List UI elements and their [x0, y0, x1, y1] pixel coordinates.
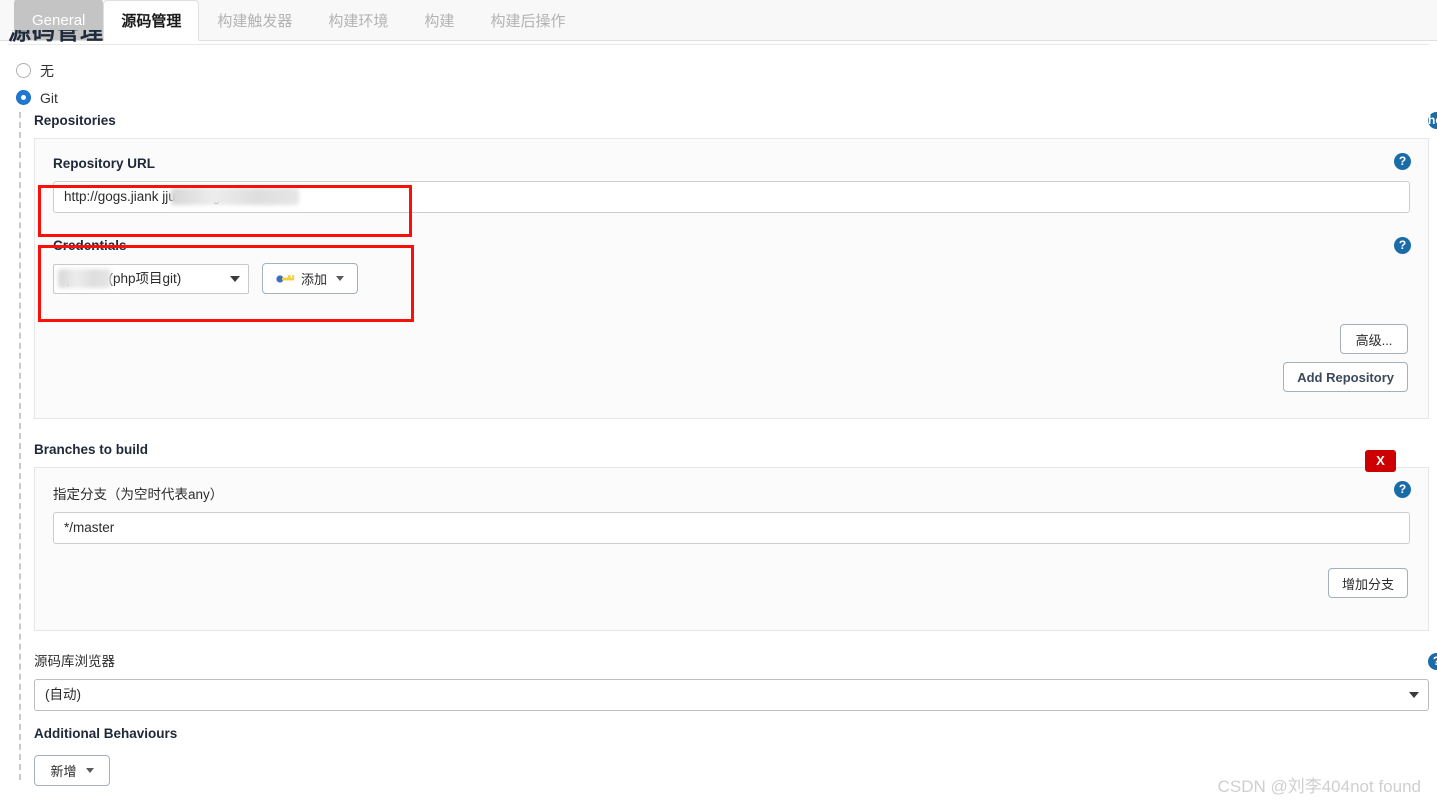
jenkins-job-config-page: General 源码管理 构建触发器 构建环境 构建 构建后操作 源码管理 无 …	[0, 0, 1437, 811]
repository-browser-value: (自动)	[45, 687, 81, 702]
credentials-row: Credentials ? q/****** (php项目git) 添加	[35, 217, 1428, 306]
add-repository-label: Add Repository	[1297, 369, 1394, 385]
tab-build[interactable]: 构建	[406, 0, 472, 40]
branches-panel: X 指定分支（为空时代表any） ? */master 增加分支	[34, 450, 1429, 631]
chevron-down-icon-credentials	[230, 275, 240, 282]
tab-build-environment[interactable]: 构建环境	[310, 0, 406, 40]
tab-build-environment-label: 构建环境	[328, 12, 389, 30]
scm-option-git-label: Git	[40, 89, 58, 106]
delete-branch-button[interactable]: X	[1365, 450, 1396, 472]
add-credentials-button[interactable]: 添加	[262, 263, 359, 294]
repositories-panel: Repository URL ? http://gogs.jiank jju/t…	[34, 138, 1429, 419]
radio-icon-none[interactable]	[16, 63, 31, 78]
advanced-button[interactable]: 高级...	[1340, 324, 1408, 354]
help-icon-repository-browser[interactable]: ?	[1428, 653, 1437, 670]
repository-actions-area: 高级... Add Repository	[35, 306, 1428, 418]
additional-behaviours-label: Additional Behaviours	[34, 726, 178, 741]
add-behaviour-button[interactable]: 新增	[34, 755, 110, 786]
repository-url-row: Repository URL ? http://gogs.jiank jju/t…	[35, 139, 1428, 217]
git-section-rail	[19, 112, 21, 780]
add-repository-button[interactable]: Add Repository	[1283, 362, 1408, 392]
help-icon-repository-url[interactable]: ?	[1394, 153, 1411, 170]
repositories-group-label: Repositories	[34, 113, 116, 128]
tab-build-label: 构建	[424, 12, 455, 30]
repository-url-input[interactable]: http://gogs.jiank jju/tuniu.git	[53, 181, 1410, 213]
git-scm-form: Repositories help-icon Repository URL ? …	[34, 112, 1437, 786]
branch-spec-label: 指定分支（为空时代表any）	[53, 487, 224, 502]
caret-down-icon-add-behaviour	[85, 768, 94, 773]
scm-option-git[interactable]: Git	[16, 90, 58, 105]
add-credentials-label: 添加	[301, 272, 328, 287]
watermark: CSDN @刘李404not found	[1217, 777, 1421, 796]
tab-general-label: General	[32, 11, 86, 29]
tab-post-build-actions[interactable]: 构建后操作	[472, 0, 583, 40]
radio-icon-git[interactable]	[16, 90, 31, 105]
tab-scm[interactable]: 源码管理	[103, 0, 200, 41]
section-heading-divider	[8, 44, 1429, 45]
advanced-button-label: 高级...	[1355, 332, 1393, 348]
scm-option-none-label: 无	[40, 62, 54, 79]
add-branch-button[interactable]: 增加分支	[1327, 568, 1408, 598]
credentials-select[interactable]: q/****** (php项目git)	[53, 263, 249, 294]
repository-url-label: Repository URL	[53, 156, 156, 171]
branch-spec-input[interactable]: */master	[53, 512, 1410, 544]
help-icon-branch-spec[interactable]: ?	[1394, 481, 1411, 498]
scm-option-none[interactable]: 无	[16, 63, 54, 78]
tab-post-build-actions-label: 构建后操作	[490, 12, 566, 30]
add-branch-label: 增加分支	[1341, 576, 1394, 592]
help-icon-credentials[interactable]: ?	[1394, 237, 1411, 254]
branches-group-label: Branches to build	[34, 442, 149, 457]
help-icon-repositories[interactable]: help-icon	[1428, 112, 1437, 144]
key-icon	[276, 274, 295, 283]
branch-actions-area: 增加分支	[35, 548, 1428, 630]
repository-browser-label: 源码库浏览器	[34, 654, 115, 669]
credentials-select-value: q/****** (php项目git)	[62, 270, 182, 286]
tab-scm-label: 源码管理	[121, 13, 182, 30]
tab-build-triggers-label: 构建触发器	[217, 12, 293, 30]
branch-spec-row: 指定分支（为空时代表any） ? */master	[35, 468, 1428, 548]
add-behaviour-label: 新增	[50, 764, 77, 779]
caret-down-icon-add-credentials	[336, 276, 345, 281]
credentials-label: Credentials	[53, 238, 127, 253]
chevron-down-icon-browser	[1409, 692, 1419, 698]
repository-browser-select[interactable]: (自动)	[34, 679, 1429, 711]
